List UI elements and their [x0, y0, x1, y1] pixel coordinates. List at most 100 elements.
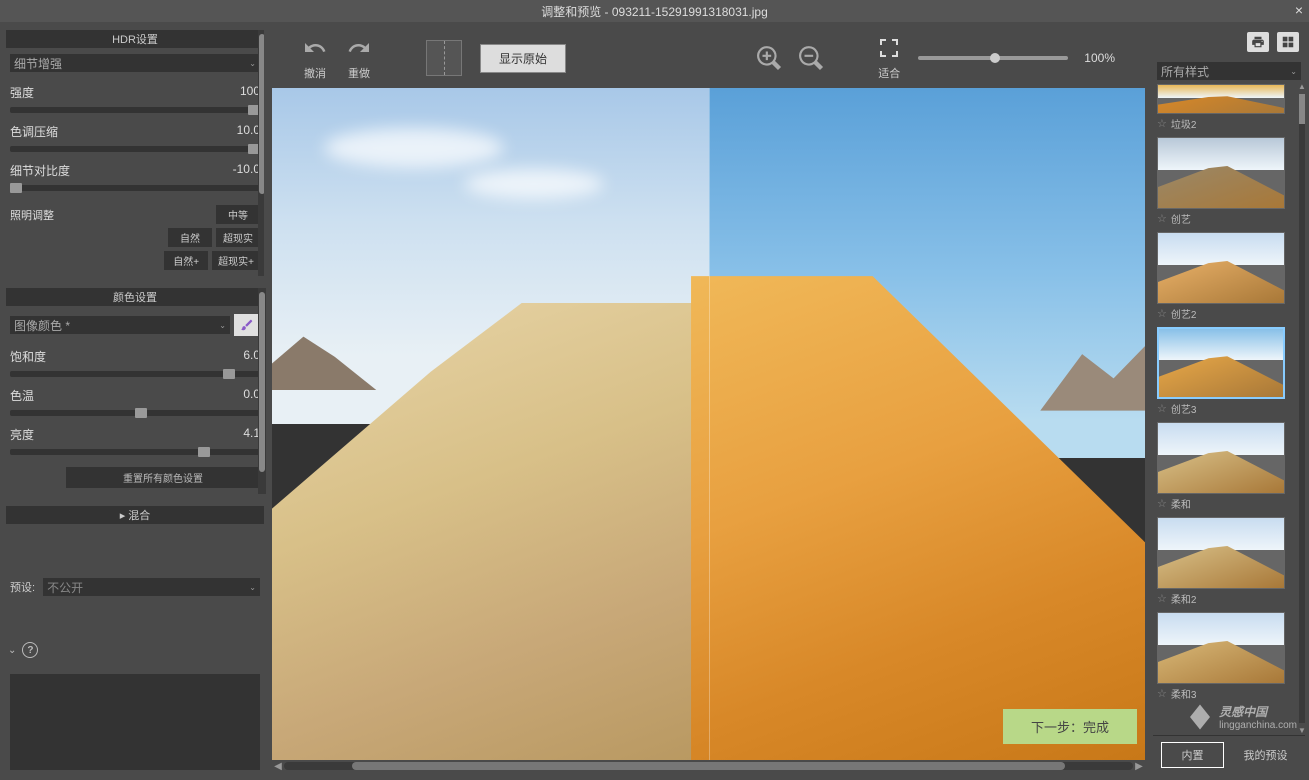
detail-contrast-slider[interactable]: 细节对比度-10.0: [6, 158, 264, 197]
print-icon[interactable]: [1247, 32, 1269, 52]
color-mode-dropdown[interactable]: 图像颜色 *⌄: [10, 316, 230, 334]
preset-item[interactable]: ☆ 柔和: [1157, 422, 1303, 513]
undo-button[interactable]: 撤消: [302, 35, 328, 81]
blend-header[interactable]: ▸ 混合: [6, 506, 264, 524]
brightness-slider[interactable]: 亮度4.1: [6, 422, 264, 461]
temperature-slider[interactable]: 色温0.0: [6, 383, 264, 422]
help-row: ⌄ ?: [6, 636, 264, 664]
scroll-down-arrow[interactable]: ▼: [1297, 726, 1305, 735]
star-icon[interactable]: ☆: [1157, 592, 1167, 605]
preset-thumb[interactable]: [1157, 137, 1285, 209]
zoom-slider[interactable]: [918, 56, 1068, 60]
preset-label: 垃圾2: [1171, 116, 1197, 131]
fit-label: 适合: [878, 65, 900, 81]
slider-handle[interactable]: [135, 408, 147, 418]
redo-icon: [346, 35, 372, 61]
preset-thumb[interactable]: [1157, 517, 1285, 589]
fit-icon: [876, 35, 902, 61]
grid-view-icon[interactable]: [1277, 32, 1299, 52]
preset-thumb[interactable]: [1157, 612, 1285, 684]
styles-value: 所有样式: [1161, 63, 1209, 80]
show-original-button[interactable]: 显示原始: [480, 44, 566, 73]
color-header: 颜色设置: [6, 288, 264, 306]
close-icon[interactable]: ×: [1295, 2, 1303, 18]
caret-icon: ⌄: [1290, 67, 1297, 76]
scroll-up-arrow[interactable]: ▲: [1297, 82, 1305, 91]
preset-thumb[interactable]: [1157, 422, 1285, 494]
star-icon[interactable]: ☆: [1157, 497, 1167, 510]
tab-builtin[interactable]: 内置: [1161, 742, 1224, 768]
tone-compression-slider[interactable]: 色调压缩10.0: [6, 119, 264, 158]
lighting-medium-button[interactable]: 中等: [216, 205, 260, 224]
preset-value: 不公开: [47, 579, 83, 596]
preset-label: 柔和: [1171, 496, 1191, 511]
eyedropper-button[interactable]: [234, 314, 260, 336]
brush-icon: [240, 318, 254, 332]
intensity-value: 100: [240, 84, 260, 101]
preset-tabs: 内置 我的预设: [1153, 735, 1305, 774]
horizontal-scrollbar[interactable]: ◀ ▶: [272, 760, 1145, 772]
star-icon[interactable]: ☆: [1157, 687, 1167, 700]
scroll-left-arrow[interactable]: ◀: [272, 761, 284, 772]
scroll-right-arrow[interactable]: ▶: [1133, 761, 1145, 772]
caret-icon: ⌄: [249, 583, 256, 592]
preset-label: 创艺: [1171, 211, 1191, 226]
titlebar: 调整和预览 - 093211-15291991318031.jpg ×: [0, 0, 1309, 22]
preset-item[interactable]: ☆ 垃圾2: [1157, 84, 1303, 133]
toolbar: 撤消 重做 显示原始 适合 100%: [272, 28, 1145, 88]
hdr-header: HDR设置: [6, 30, 264, 48]
bright-label: 亮度: [10, 426, 34, 443]
zoom-out-button[interactable]: [798, 45, 824, 71]
star-icon[interactable]: ☆: [1157, 212, 1167, 225]
redo-label: 重做: [348, 65, 370, 81]
star-icon[interactable]: ☆: [1157, 307, 1167, 320]
detail-value: -10.0: [233, 162, 260, 179]
hdr-mode-dropdown[interactable]: 细节增强⌄: [10, 54, 260, 72]
compare-toggle[interactable]: [426, 40, 462, 76]
slider-handle[interactable]: [198, 447, 210, 457]
redo-button[interactable]: 重做: [346, 35, 372, 81]
preset-dropdown[interactable]: 不公开 ⌄: [43, 578, 260, 596]
tab-my-presets[interactable]: 我的预设: [1234, 742, 1297, 768]
styles-dropdown[interactable]: 所有样式 ⌄: [1157, 62, 1301, 80]
saturation-slider[interactable]: 饱和度6.0: [6, 344, 264, 383]
preset-item[interactable]: ☆柔和3: [1157, 612, 1303, 703]
reset-color-button[interactable]: 重置所有颜色设置: [66, 467, 260, 488]
image-canvas[interactable]: [272, 88, 1145, 760]
lighting-sur-plus-button[interactable]: 超现实+: [212, 251, 260, 270]
slider-handle[interactable]: [10, 183, 22, 193]
color-panel: 颜色设置 图像颜色 *⌄ 饱和度6.0 色温0.0 亮度4.1 重置所有颜色设置: [6, 288, 264, 498]
preset-thumb[interactable]: [1157, 84, 1285, 114]
star-icon[interactable]: ☆: [1157, 402, 1167, 415]
window-title: 调整和预览 - 093211-15291991318031.jpg: [541, 3, 768, 20]
tone-value: 10.0: [237, 123, 260, 140]
preset-list: ☆垃圾2☆创艺☆创艺2☆创艺3☆柔和☆柔和2☆柔和3 ▲ ▼: [1153, 82, 1305, 735]
chevron-down-icon[interactable]: ⌄: [8, 645, 16, 656]
preset-item[interactable]: ☆创艺3: [1157, 327, 1303, 418]
next-step-button[interactable]: 下一步：完成: [1003, 709, 1137, 744]
preset-item[interactable]: ☆柔和2: [1157, 517, 1303, 608]
lighting-surreal-button[interactable]: 超现实: [216, 228, 260, 247]
fit-button[interactable]: 适合: [876, 35, 902, 81]
lighting-natural-button[interactable]: 自然: [168, 228, 212, 247]
zoom-handle[interactable]: [990, 53, 1000, 63]
canvas-wrap: ◀ ▶ 下一步：完成: [272, 88, 1145, 772]
preset-row: 预设: 不公开⌄: [6, 574, 264, 600]
preset-item[interactable]: ☆ 创艺: [1157, 137, 1303, 228]
scrollbar-thumb[interactable]: [352, 762, 1065, 770]
navigator-box[interactable]: [10, 674, 260, 770]
intensity-label: 强度: [10, 84, 34, 101]
lighting-label: 照明调整: [10, 207, 210, 223]
preset-scrollbar[interactable]: ▲ ▼: [1297, 82, 1305, 735]
star-icon[interactable]: ☆: [1157, 117, 1167, 130]
help-icon[interactable]: ?: [22, 642, 38, 658]
lighting-nat-plus-button[interactable]: 自然+: [164, 251, 208, 270]
scrollbar-thumb[interactable]: [1299, 94, 1305, 124]
preset-thumb[interactable]: [1157, 232, 1285, 304]
preset-thumb[interactable]: [1157, 327, 1285, 399]
app-body: HDR设置 细节增强⌄ 强度 100 色调压缩10.0 细节对比度-10.0 照明…: [0, 22, 1309, 780]
intensity-slider[interactable]: 强度 100: [6, 80, 264, 119]
zoom-in-button[interactable]: [756, 45, 782, 71]
slider-handle[interactable]: [223, 369, 235, 379]
preset-item[interactable]: ☆创艺2: [1157, 232, 1303, 323]
